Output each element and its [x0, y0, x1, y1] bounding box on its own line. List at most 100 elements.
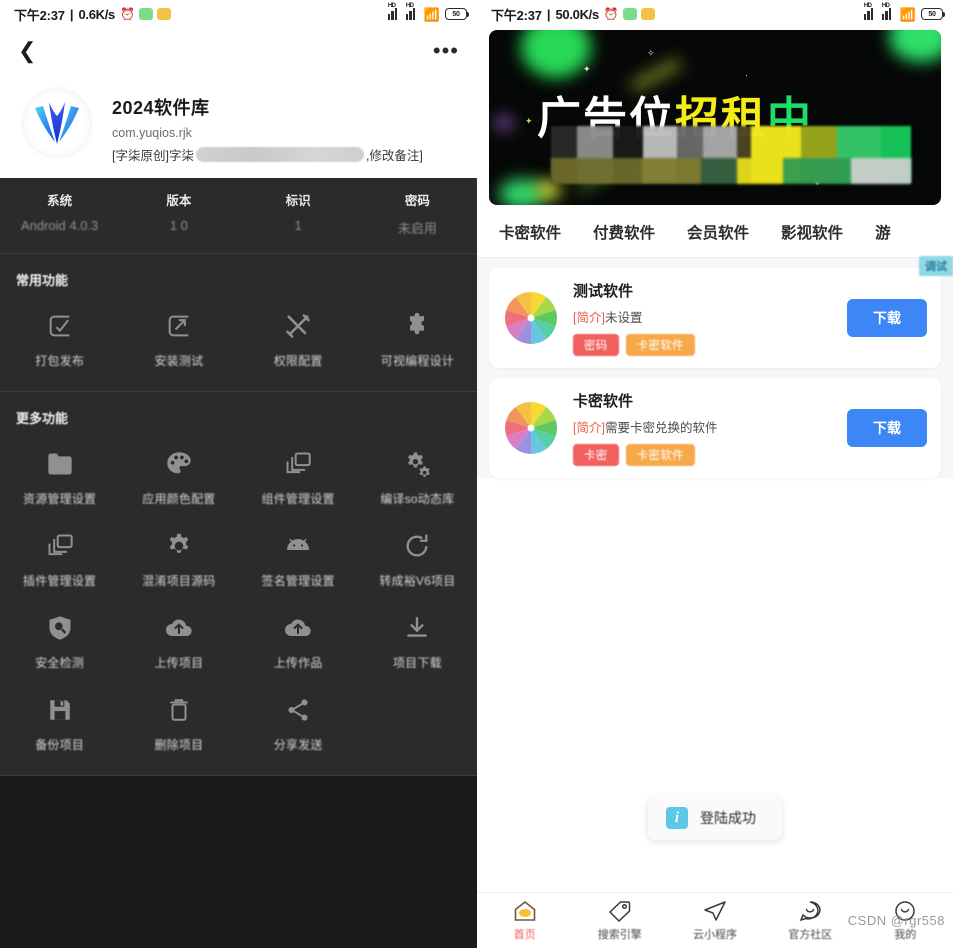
nav-label: 首页 [513, 929, 536, 941]
download-button[interactable]: 下载 [847, 299, 927, 337]
back-chevron-icon[interactable]: ❮ [18, 40, 36, 62]
list-item-info: 测试软件 [简介]未设置 密码 卡密软件 [573, 280, 847, 356]
hd-label-2: HD [881, 3, 890, 9]
grid-item-component-manage[interactable]: 组件管理设置 [239, 437, 358, 519]
more-function-grid: 资源管理设置 应用颜色配置 组件管理设置 编译so动态库 插件管理设置 混淆项目… [0, 431, 477, 775]
grid-item-upload-work[interactable]: 上传作品 [239, 601, 358, 683]
grid-item-label: 上传作品 [273, 656, 323, 670]
banner-blob [521, 30, 591, 78]
layers-icon [46, 529, 74, 563]
list-item[interactable]: 卡密软件 [简介]需要卡密兑换的软件 卡密 卡密软件 下载 [489, 378, 941, 478]
grid-item-label: 分享发送 [273, 738, 323, 752]
section-title-more: 更多功能 [16, 411, 69, 426]
download-icon [404, 611, 430, 645]
debug-badge: 调试 [919, 256, 953, 276]
grid-item-delete-project[interactable]: 删除项目 [119, 683, 238, 765]
grid-item-label: 资源管理设置 [23, 492, 97, 506]
grid-item-signature-manage[interactable]: 签名管理设置 [239, 519, 358, 601]
battery-icon: 50 [445, 8, 469, 20]
tag-group: 密码 卡密软件 [573, 334, 847, 356]
hd-label-2: HD [405, 3, 414, 9]
folder-icon [46, 447, 74, 481]
grid-item-resource-manage[interactable]: 资源管理设置 [0, 437, 119, 519]
info-cell-identifier: 标识 1 [239, 190, 358, 237]
left-dark-section: 系统 Android 4.0.3 版本 1 0 标识 1 密码 未启用 常用功能 [0, 178, 477, 776]
grid-item-upload-project[interactable]: 上传项目 [119, 601, 238, 683]
grid-item-plugin-manage[interactable]: 插件管理设置 [0, 519, 119, 601]
nav-item-official-community[interactable]: 官方社区 [763, 899, 858, 942]
toast-message: 登陆成功 [700, 810, 756, 826]
grid-item-security-check[interactable]: 安全检测 [0, 601, 119, 683]
app-name: 卡密软件 [573, 393, 634, 410]
status-separator: | [69, 6, 74, 22]
grid-item-label: 删除项目 [154, 738, 204, 752]
bottom-divider [0, 775, 477, 776]
grid-item-obfuscate-source[interactable]: 混淆项目源码 [119, 519, 238, 601]
cloud-upload-icon [283, 611, 313, 645]
grid-item-visual-programming[interactable]: 可视编程设计 [358, 299, 477, 381]
app-description: [简介]需要卡密兑换的软件 [573, 417, 847, 436]
grid-item-project-download[interactable]: 项目下载 [358, 601, 477, 683]
list-item[interactable]: 测试软件 [简介]未设置 密码 卡密软件 下载 调试 [489, 256, 953, 368]
grid-item-package-publish[interactable]: 打包发布 [0, 299, 119, 381]
list-item-info: 卡密软件 [简介]需要卡密兑换的软件 卡密 卡密软件 [573, 390, 847, 466]
share-icon [285, 693, 311, 727]
alarm-icon: ⏰ [119, 7, 135, 21]
category-badge: 卡密软件 [625, 444, 695, 466]
tab-game-software[interactable]: 游 [865, 221, 891, 243]
nav-item-cloud-miniprogram[interactable]: 云小程序 [667, 899, 762, 942]
layers-icon [284, 447, 312, 481]
info-key: 系统 [47, 194, 73, 208]
tab-member-software[interactable]: 会员软件 [677, 221, 771, 243]
download-button[interactable]: 下载 [847, 409, 927, 447]
app-note-prefix: [字柒原创]字柒 [112, 149, 194, 163]
tab-video-software[interactable]: 影视软件 [771, 221, 865, 243]
nav-item-home[interactable]: 首页 [477, 899, 572, 942]
status-bar-left-group: 下午2:37 | 0.6K/s ⏰ [14, 5, 171, 24]
info-value: 1 0 [169, 218, 188, 233]
package-publish-icon [46, 309, 74, 343]
grid-item-convert-v6[interactable]: 转成裕V6项目 [358, 519, 477, 601]
send-plane-icon [703, 899, 727, 923]
info-key: 版本 [166, 194, 192, 208]
grid-item-label: 编译so动态库 [380, 492, 455, 506]
grid-item-backup-project[interactable]: 备份项目 [0, 683, 119, 765]
hd-label-1: HD [863, 3, 872, 9]
grid-item-label: 混淆项目源码 [142, 574, 216, 588]
alarm-icon: ⏰ [603, 7, 619, 21]
install-test-icon [165, 309, 193, 343]
grid-item-permission-config[interactable]: 权限配置 [239, 299, 358, 381]
status-bar-right-group: HD HD 📶 50 [387, 3, 469, 21]
tab-paid-software[interactable]: 付费软件 [583, 221, 677, 243]
signal-bars-sim1-icon: HD [863, 3, 877, 20]
grid-item-app-color-config[interactable]: 应用颜色配置 [119, 437, 238, 519]
description-text: 需要卡密兑换的软件 [604, 421, 718, 435]
tag-group: 卡密 卡密软件 [573, 444, 847, 466]
info-key: 密码 [404, 194, 430, 208]
status-badge: 密码 [573, 334, 619, 356]
tab-kami-software[interactable]: 卡密软件 [489, 221, 583, 243]
grid-item-label: 打包发布 [35, 354, 85, 368]
more-options-icon[interactable]: ••• [433, 40, 459, 62]
grid-item-label: 安全检测 [35, 656, 85, 670]
right-phone-screen: 下午2:37 | 50.0K/s ⏰ HD HD 📶 50 ✦ ✧ · ✦ 广告… [477, 0, 953, 948]
smile-chat-icon [798, 899, 822, 923]
status-time: 下午2:37 [14, 7, 65, 23]
toast-notification: i 登陆成功 [648, 796, 782, 840]
nav-item-search-engine[interactable]: 搜索引擎 [572, 899, 667, 942]
message-chip-icon [138, 8, 153, 20]
advertisement-banner[interactable]: ✦ ✧ · ✦ ✦ ✦ 广告位招租中 [489, 30, 941, 205]
app-logo-icon [24, 90, 90, 156]
app-name: 测试软件 [573, 283, 634, 300]
grid-item-share-send[interactable]: 分享发送 [239, 683, 358, 765]
app-description: [简介]未设置 [573, 307, 847, 326]
info-value: Android 4.0.3 [20, 218, 99, 233]
tag-search-icon [608, 899, 632, 923]
gears-icon [403, 447, 431, 481]
info-cell-version: 版本 1 0 [119, 190, 238, 237]
message-chip-icon [622, 8, 637, 20]
grid-item-compile-so[interactable]: 编译so动态库 [358, 437, 477, 519]
grid-item-label: 插件管理设置 [23, 574, 97, 588]
grid-item-install-test[interactable]: 安装测试 [119, 299, 238, 381]
info-value: 未启用 [397, 221, 437, 236]
